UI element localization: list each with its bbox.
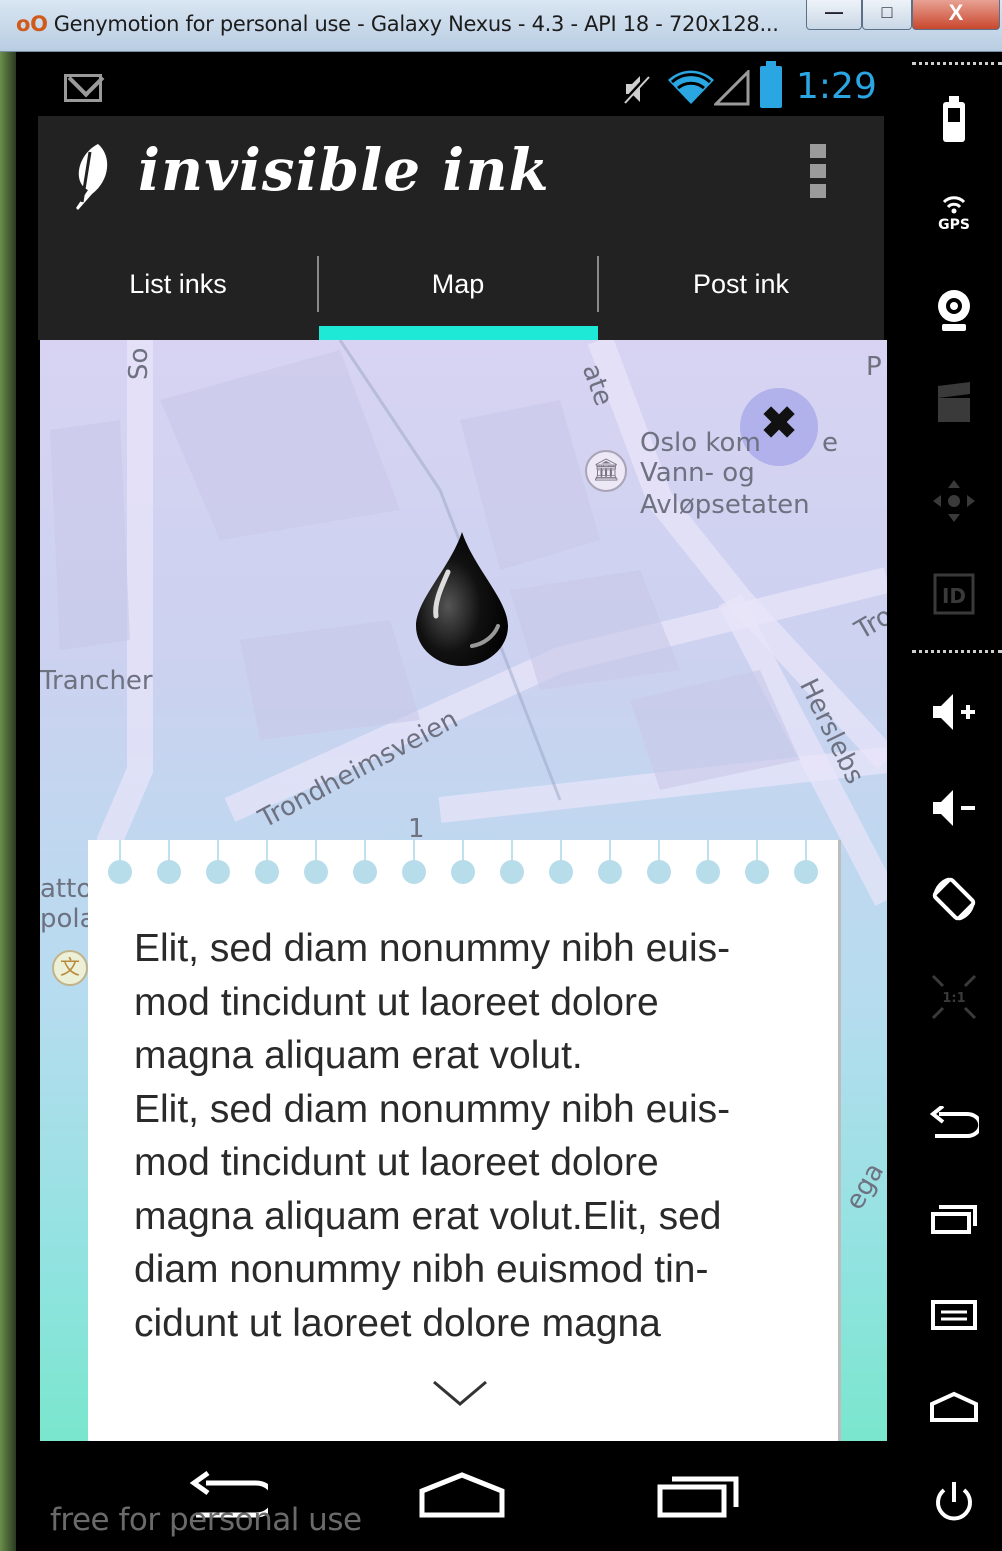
genymotion-logo-icon: oO	[16, 12, 48, 36]
map-view[interactable]: So P ate ✖ Oslo kom e 🏛 Vann- og Avløpse…	[40, 340, 887, 1441]
tab-selected-indicator	[319, 326, 598, 340]
device-screen: 1:29 invisible ink List inks Map Post in…	[16, 52, 906, 1551]
emulator-toolbar: GPS ID 1:1	[906, 52, 1002, 1551]
close-icon: X	[948, 0, 964, 25]
volume-down-icon[interactable]	[906, 788, 1002, 833]
home-icon[interactable]	[906, 1390, 1002, 1429]
device-id-icon: ID	[906, 572, 1002, 621]
watermark-text: free for personal use	[50, 1502, 362, 1538]
toolbar-separator	[912, 62, 1002, 65]
gmail-icon	[64, 74, 102, 102]
tab-bar: List inks Map Post ink	[38, 228, 884, 340]
minimize-button[interactable]: —	[806, 0, 862, 30]
minimize-icon: —	[825, 2, 843, 22]
desktop-background-strip	[0, 52, 16, 1551]
note-line: Elit, sed diam nonummy nibh euis-	[134, 1087, 731, 1131]
wifi-icon	[668, 70, 714, 104]
webcam-icon[interactable]	[906, 288, 1002, 339]
back-icon[interactable]	[906, 1104, 1002, 1147]
dpad-icon	[906, 478, 1002, 529]
power-icon[interactable]	[906, 1478, 1002, 1531]
map-label: Oslo kom	[640, 428, 761, 458]
museum-poi-icon[interactable]: 🏛	[585, 450, 627, 492]
ink-message-text: Elit, sed diam nonummy nibh euis- mod ti…	[134, 922, 794, 1350]
battery-widget-icon[interactable]	[906, 96, 1002, 149]
note-line: mod tincidunt ut laoreet dolore	[134, 980, 659, 1024]
ink-note-card[interactable]: Elit, sed diam nonummy nibh euis- mod ti…	[88, 840, 838, 1441]
pixel-perfect-label: 1:1	[942, 991, 965, 1006]
status-clock: 1:29	[796, 66, 877, 107]
restaurant-poi-icon[interactable]: ⽂	[52, 950, 88, 986]
map-label: Trancher	[40, 666, 153, 696]
feather-logo-icon	[76, 144, 108, 210]
tab-post-ink[interactable]: Post ink	[598, 228, 884, 340]
note-binding-holes	[108, 840, 828, 890]
home-button[interactable]	[418, 1471, 506, 1521]
window-title-text: Genymotion for personal use - Galaxy Nex…	[53, 12, 779, 36]
signal-icon	[714, 70, 750, 106]
note-line: Elit, sed diam nonummy nibh euis-	[134, 927, 731, 970]
toolbar-separator	[912, 650, 1002, 653]
note-line: magna aliquam erat volut.	[134, 1034, 583, 1077]
menu-icon[interactable]	[906, 1298, 1002, 1337]
recent-apps-icon[interactable]	[906, 1202, 1002, 1241]
note-line: mod tincidunt ut laoreet dolore	[134, 1141, 659, 1184]
note-line: magna aliquam erat volut.Elit, sed	[134, 1194, 722, 1238]
map-label: Avløpsetaten	[640, 490, 810, 520]
maximize-icon: □	[881, 2, 893, 22]
overflow-menu-icon[interactable]	[810, 144, 826, 198]
device-id-label: ID	[942, 584, 966, 608]
pixel-perfect-icon: 1:1	[906, 972, 1002, 1027]
battery-icon	[760, 61, 782, 108]
mute-icon	[622, 72, 652, 114]
chevron-down-icon[interactable]	[432, 1378, 488, 1408]
note-line: diam nonummy nibh euismod tin-	[134, 1248, 709, 1291]
screencast-icon	[906, 382, 1002, 431]
window-title: oO Genymotion for personal use - Galaxy N…	[16, 12, 779, 36]
map-label: atto	[40, 874, 93, 904]
gps-label: GPS	[938, 217, 970, 232]
map-label: P	[866, 352, 882, 382]
action-bar: invisible ink	[38, 116, 884, 228]
recent-apps-button[interactable]	[656, 1471, 740, 1521]
close-window-button[interactable]: X	[912, 0, 1000, 30]
window-titlebar[interactable]: oO Genymotion for personal use - Galaxy N…	[0, 0, 1002, 52]
rotate-icon[interactable]	[906, 874, 1002, 929]
note-line: cidunt ut laoreet dolore magna	[134, 1301, 661, 1345]
status-bar: 1:29	[38, 61, 888, 118]
maximize-button[interactable]: □	[862, 0, 912, 30]
map-label: e	[822, 428, 838, 458]
volume-up-icon[interactable]	[906, 692, 1002, 737]
tab-map[interactable]: Map	[318, 228, 598, 340]
map-label: So	[124, 347, 154, 380]
ink-drop-marker-icon[interactable]	[412, 528, 512, 668]
tab-list-inks[interactable]: List inks	[38, 228, 318, 340]
map-label: Vann- og	[640, 458, 755, 488]
gps-icon[interactable]: GPS	[906, 192, 1002, 237]
app-title: invisible ink	[138, 136, 550, 204]
